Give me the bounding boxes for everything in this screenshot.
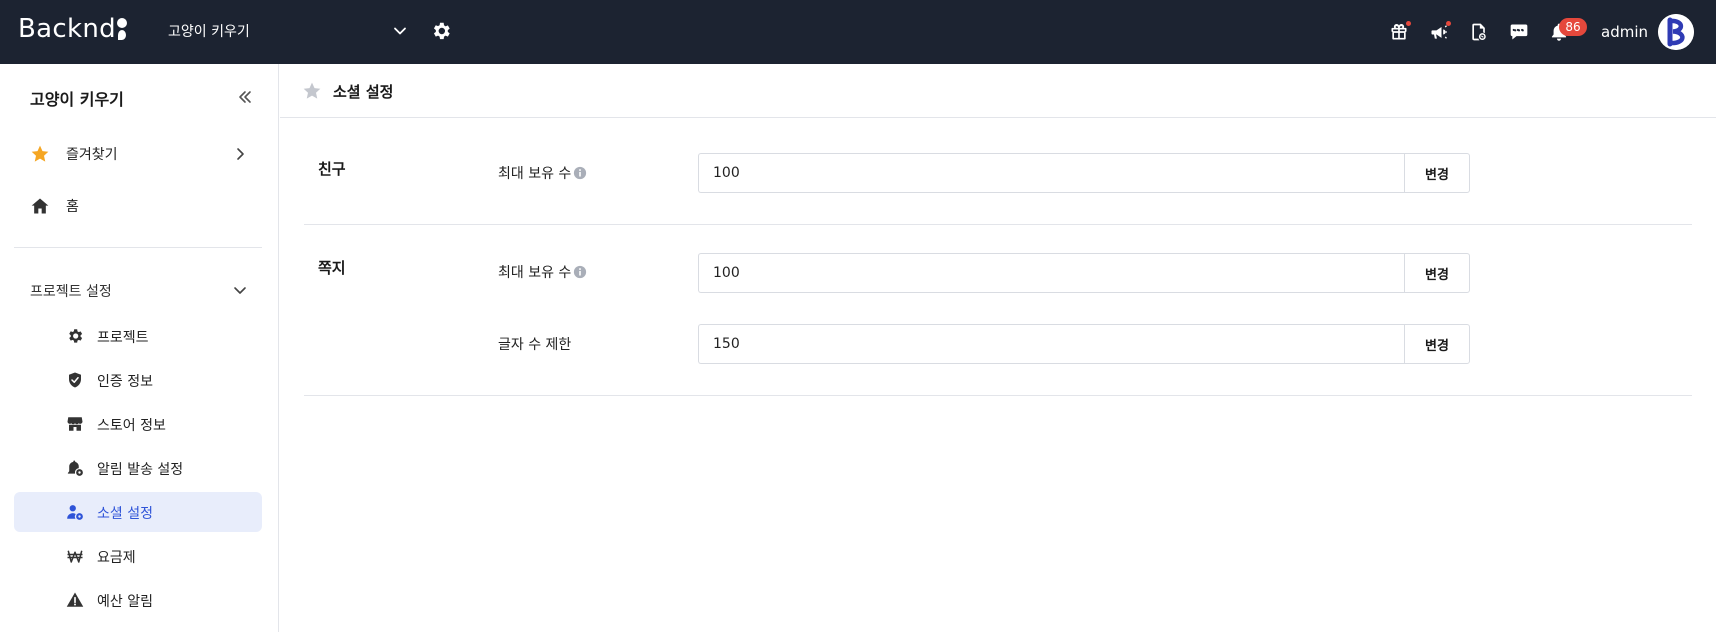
user-avatar-logo-icon [1658,14,1694,50]
sidebar-group-project-settings[interactable]: 프로젝트 설정 [14,270,262,310]
gear-icon [66,327,84,345]
favorite-star-icon[interactable] [302,81,322,101]
sidebar-item-notification-settings[interactable]: 알림 발송 설정 [14,448,262,488]
project-selector[interactable]: 고양이 키우기 [168,18,408,44]
chevron-down-icon [394,27,406,35]
avatar[interactable] [1658,14,1694,50]
sidebar-title: 고양이 키우기 [30,90,124,109]
brand-name: Backnd [18,14,116,44]
field-label: 글자 수 제한 [498,334,571,354]
info-icon[interactable] [573,265,587,279]
messages-char-limit-input[interactable] [698,324,1404,364]
sidebar-item-label: 홈 [66,199,79,215]
sidebar-item-store-info[interactable]: 스토어 정보 [14,404,262,444]
sidebar-divider [14,247,262,248]
section-title: 친구 [318,160,346,178]
gift-new-dot [1406,21,1411,26]
sidebar-item-favorites[interactable]: 즐겨찾기 [14,134,262,174]
chevron-down-icon [234,287,246,294]
project-selector-label: 고양이 키우기 [168,24,250,40]
warning-icon [66,591,84,609]
sidebar-item-home[interactable]: 홈 [14,186,262,226]
user-name[interactable]: admin [1601,23,1648,41]
user-gear-icon [66,503,84,521]
announcement-button[interactable] [1419,12,1459,52]
sidebar-item-label: 스토어 정보 [97,418,166,434]
brand-logo-mark [116,18,127,40]
announcement-new-dot [1446,21,1451,26]
messages-section: 쪽지 최대 보유 수 변경 글자 수 제한 변경 [304,225,1692,396]
collapse-sidebar-icon[interactable] [236,88,254,106]
document-button[interactable] [1459,12,1499,52]
sidebar-item-label: 프로젝트 [97,330,149,346]
chat-icon [1510,24,1528,40]
sidebar-item-label: 즐겨찾기 [66,147,118,163]
home-icon [30,196,50,216]
gift-button[interactable] [1379,12,1419,52]
field-label-text: 글자 수 제한 [498,337,572,353]
messages-max-count-change-button[interactable]: 변경 [1404,253,1470,293]
sidebar-item-social-settings[interactable]: 소셜 설정 [14,492,262,532]
sidebar-item-label: 예산 알림 [97,594,153,610]
page-header: 소셜 설정 [280,64,1716,118]
store-icon [66,415,84,433]
notification-button[interactable]: 86 [1539,12,1587,52]
info-icon[interactable] [573,166,587,180]
sidebar-item-pricing-plan[interactable]: 요금제 [14,536,262,576]
sidebar-item-label: 알림 발송 설정 [97,462,184,478]
document-search-icon [1472,23,1486,41]
sidebar: 고양이 키우기 즐겨찾기 홈 프로젝트 설정 프로젝트 인증 정보 스토어 정보… [0,64,279,632]
friends-section: 친구 최대 보유 수 변경 [304,118,1692,225]
friends-max-count-input[interactable] [698,153,1404,193]
star-icon [30,144,50,164]
top-icon-bar: 86 admin [1379,0,1716,64]
page-title: 소셜 설정 [333,83,394,101]
sidebar-item-auth-info[interactable]: 인증 정보 [14,360,262,400]
shield-check-icon [66,371,84,389]
field-label-text: 최대 보유 수 [498,265,572,281]
chevron-right-icon [237,148,244,160]
section-title: 쪽지 [318,259,346,277]
won-icon [66,547,84,565]
brand-logo[interactable]: Backnd [18,14,127,44]
bell-gear-icon [66,459,84,477]
field-label-text: 최대 보유 수 [498,166,572,182]
sidebar-item-budget-alert[interactable]: 예산 알림 [14,580,262,620]
sidebar-item-label: 소셜 설정 [97,506,153,522]
messages-char-limit-change-button[interactable]: 변경 [1404,324,1470,364]
project-settings-gear-icon[interactable] [430,20,452,42]
notification-count-badge: 86 [1559,18,1587,36]
sidebar-item-label: 요금제 [97,550,136,566]
friends-max-count-change-button[interactable]: 변경 [1404,153,1470,193]
top-bar: Backnd 고양이 키우기 86 admin [0,0,1716,64]
field-label: 최대 보유 수 [498,163,587,183]
sidebar-item-label: 인증 정보 [97,374,153,390]
field-label: 최대 보유 수 [498,262,587,282]
sidebar-item-project[interactable]: 프로젝트 [14,316,262,356]
sidebar-group-label: 프로젝트 설정 [30,284,112,300]
chat-button[interactable] [1499,12,1539,52]
messages-max-count-input[interactable] [698,253,1404,293]
